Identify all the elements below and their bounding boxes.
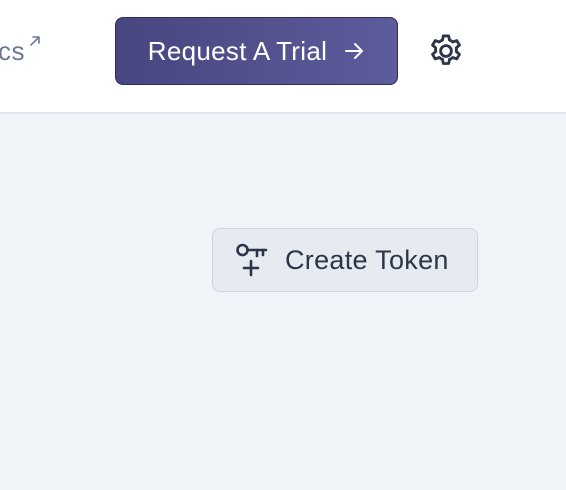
docs-link[interactable]: cs (0, 36, 42, 66)
gear-icon[interactable] (427, 32, 465, 70)
key-plus-icon (236, 243, 268, 277)
top-navigation-bar: cs Request A Trial (0, 0, 566, 114)
create-token-label: Create Token (285, 244, 449, 275)
external-link-icon (30, 36, 40, 46)
request-trial-button[interactable]: Request A Trial (115, 17, 398, 85)
docs-link-label: cs (0, 36, 25, 66)
arrow-right-icon (345, 43, 364, 59)
create-token-button[interactable]: Create Token (212, 228, 478, 292)
request-trial-label: Request A Trial (147, 35, 328, 66)
